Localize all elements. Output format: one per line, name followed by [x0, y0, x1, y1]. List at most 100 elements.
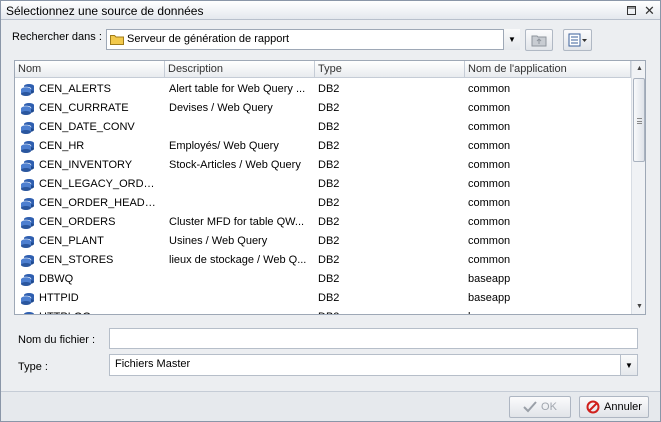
scrollbar-thumb[interactable]: [633, 78, 645, 162]
database-icon: [20, 236, 34, 248]
row-application: common: [468, 83, 511, 95]
scroll-down-icon[interactable]: ▼: [632, 299, 645, 314]
up-folder-button[interactable]: [525, 29, 553, 51]
row-description: Cluster MFD for table QW...: [169, 216, 305, 228]
button-bar: OK Annuler: [1, 391, 660, 421]
table-row[interactable]: CEN_INVENTORY Stock-Articles / Web Query D…: [15, 156, 631, 175]
close-icon[interactable]: ✕: [643, 4, 656, 17]
title-bar: Sélectionnez une source de données ✕: [1, 1, 660, 20]
row-description: Devises / Web Query: [169, 102, 273, 114]
view-menu-button[interactable]: [563, 29, 592, 51]
database-icon: [20, 293, 34, 305]
row-application: baseapp: [468, 273, 511, 285]
maximize-icon[interactable]: [625, 4, 638, 17]
check-icon: [523, 401, 537, 413]
look-in-value: Serveur de génération de rapport: [127, 33, 290, 45]
filetype-dropdown[interactable]: Fichiers Master ▼: [109, 354, 638, 376]
column-header-name[interactable]: Nom: [15, 61, 165, 78]
database-icon: [20, 255, 34, 267]
row-name: CEN_ALERTS: [39, 83, 111, 95]
row-name: CEN_ORDERS: [39, 216, 116, 228]
column-header-type[interactable]: Type: [315, 61, 465, 78]
row-application: common: [468, 235, 511, 247]
chevron-down-icon[interactable]: ▼: [503, 29, 520, 50]
up-folder-icon: [531, 35, 547, 47]
column-header-application[interactable]: Nom de l'application: [465, 61, 631, 78]
filetype-value: Fichiers Master: [115, 358, 191, 370]
row-description: Employés/ Web Query: [169, 140, 279, 152]
row-type: DB2: [318, 197, 340, 209]
table-row[interactable]: CEN_HR Employés/ Web Query DB2 common: [15, 137, 631, 156]
row-application: baseapp: [468, 311, 618, 314]
row-application: common: [468, 216, 511, 228]
select-datasource-dialog: Sélectionnez une source de données ✕ Rec…: [0, 0, 661, 422]
row-name: CEN_INVENTORY: [39, 159, 133, 171]
row-name: CEN_ORDER_HEADER...: [39, 197, 157, 209]
row-name: HTTPLOG: [39, 311, 157, 314]
row-application: common: [468, 102, 511, 114]
list-view-icon: [568, 33, 587, 47]
table-row[interactable]: CEN_ALERTS Alert table for Web Query ... D…: [15, 80, 631, 99]
row-application: common: [468, 159, 511, 171]
row-type: DB2: [318, 254, 340, 266]
row-application: common: [468, 254, 511, 266]
row-name: CEN_STORES: [39, 254, 114, 266]
row-name: CEN_CURRRATE: [39, 102, 129, 114]
row-name: CEN_LEGACY_ORDER_...: [39, 178, 157, 190]
row-type: DB2: [318, 216, 340, 228]
file-list[interactable]: Nom Description Type Nom de l'applicatio…: [14, 60, 646, 315]
chevron-down-icon[interactable]: ▼: [620, 355, 637, 375]
table-row[interactable]: CEN_ORDERS Cluster MFD for table QW... DB2…: [15, 213, 631, 232]
scroll-up-icon[interactable]: ▲: [632, 61, 645, 76]
table-row[interactable]: HTTPLOG DB2 baseapp: [15, 308, 631, 314]
row-name: CEN_PLANT: [39, 235, 104, 247]
database-icon: [24, 312, 34, 314]
dialog-title: Sélectionnez une source de données: [6, 4, 204, 18]
database-icon: [20, 198, 34, 210]
cancel-button[interactable]: Annuler: [579, 396, 649, 418]
filetype-label: Type :: [18, 361, 48, 373]
table-row[interactable]: HTTPID DB2 baseapp: [15, 289, 631, 308]
row-type: DB2: [318, 83, 340, 95]
filename-input[interactable]: [110, 329, 637, 348]
list-header: Nom Description Type Nom de l'applicatio…: [15, 61, 631, 78]
row-type: DB2: [318, 121, 340, 133]
row-type: DB2: [318, 159, 340, 171]
look-in-dropdown[interactable]: Serveur de génération de rapport ▼: [106, 29, 520, 50]
row-type: DB2: [318, 273, 340, 285]
look-in-label: Rechercher dans :: [12, 31, 102, 43]
database-icon: [20, 217, 34, 229]
row-name: CEN_HR: [39, 140, 85, 152]
row-application: common: [468, 197, 511, 209]
table-row[interactable]: CEN_ORDER_HEADER... DB2 common: [15, 194, 631, 213]
database-icon: [20, 274, 34, 286]
folder-icon: [110, 35, 124, 45]
table-row[interactable]: DBWQ DB2 baseapp: [15, 270, 631, 289]
database-icon: [20, 179, 34, 191]
database-icon: [20, 84, 34, 96]
row-description: Usines / Web Query: [169, 235, 268, 247]
row-description: lieux de stockage / Web Q...: [169, 254, 307, 266]
row-type: DB2: [318, 140, 340, 152]
table-row[interactable]: CEN_LEGACY_ORDER_... DB2 common: [15, 175, 631, 194]
row-application: common: [468, 140, 511, 152]
table-row[interactable]: CEN_CURRRATE Devises / Web Query DB2 common: [15, 99, 631, 118]
row-application: common: [468, 121, 511, 133]
database-icon: [20, 160, 34, 172]
row-name: HTTPID: [39, 292, 79, 304]
table-row[interactable]: CEN_DATE_CONV DB2 common: [15, 118, 631, 137]
table-row[interactable]: CEN_STORES lieux de stockage / Web Q... DB…: [15, 251, 631, 270]
row-application: common: [468, 178, 511, 190]
row-type: DB2: [318, 235, 340, 247]
vertical-scrollbar[interactable]: ▲ ▼: [631, 61, 645, 314]
ok-button[interactable]: OK: [509, 396, 571, 418]
column-header-description[interactable]: Description: [165, 61, 315, 78]
filename-field[interactable]: [109, 328, 638, 349]
filename-label: Nom du fichier :: [18, 334, 96, 346]
database-icon: [20, 103, 34, 115]
cancel-icon: [586, 400, 600, 414]
cancel-label: Annuler: [604, 401, 642, 413]
row-type: DB2: [318, 102, 340, 114]
table-row[interactable]: CEN_PLANT Usines / Web Query DB2 common: [15, 232, 631, 251]
database-icon: [20, 122, 34, 134]
